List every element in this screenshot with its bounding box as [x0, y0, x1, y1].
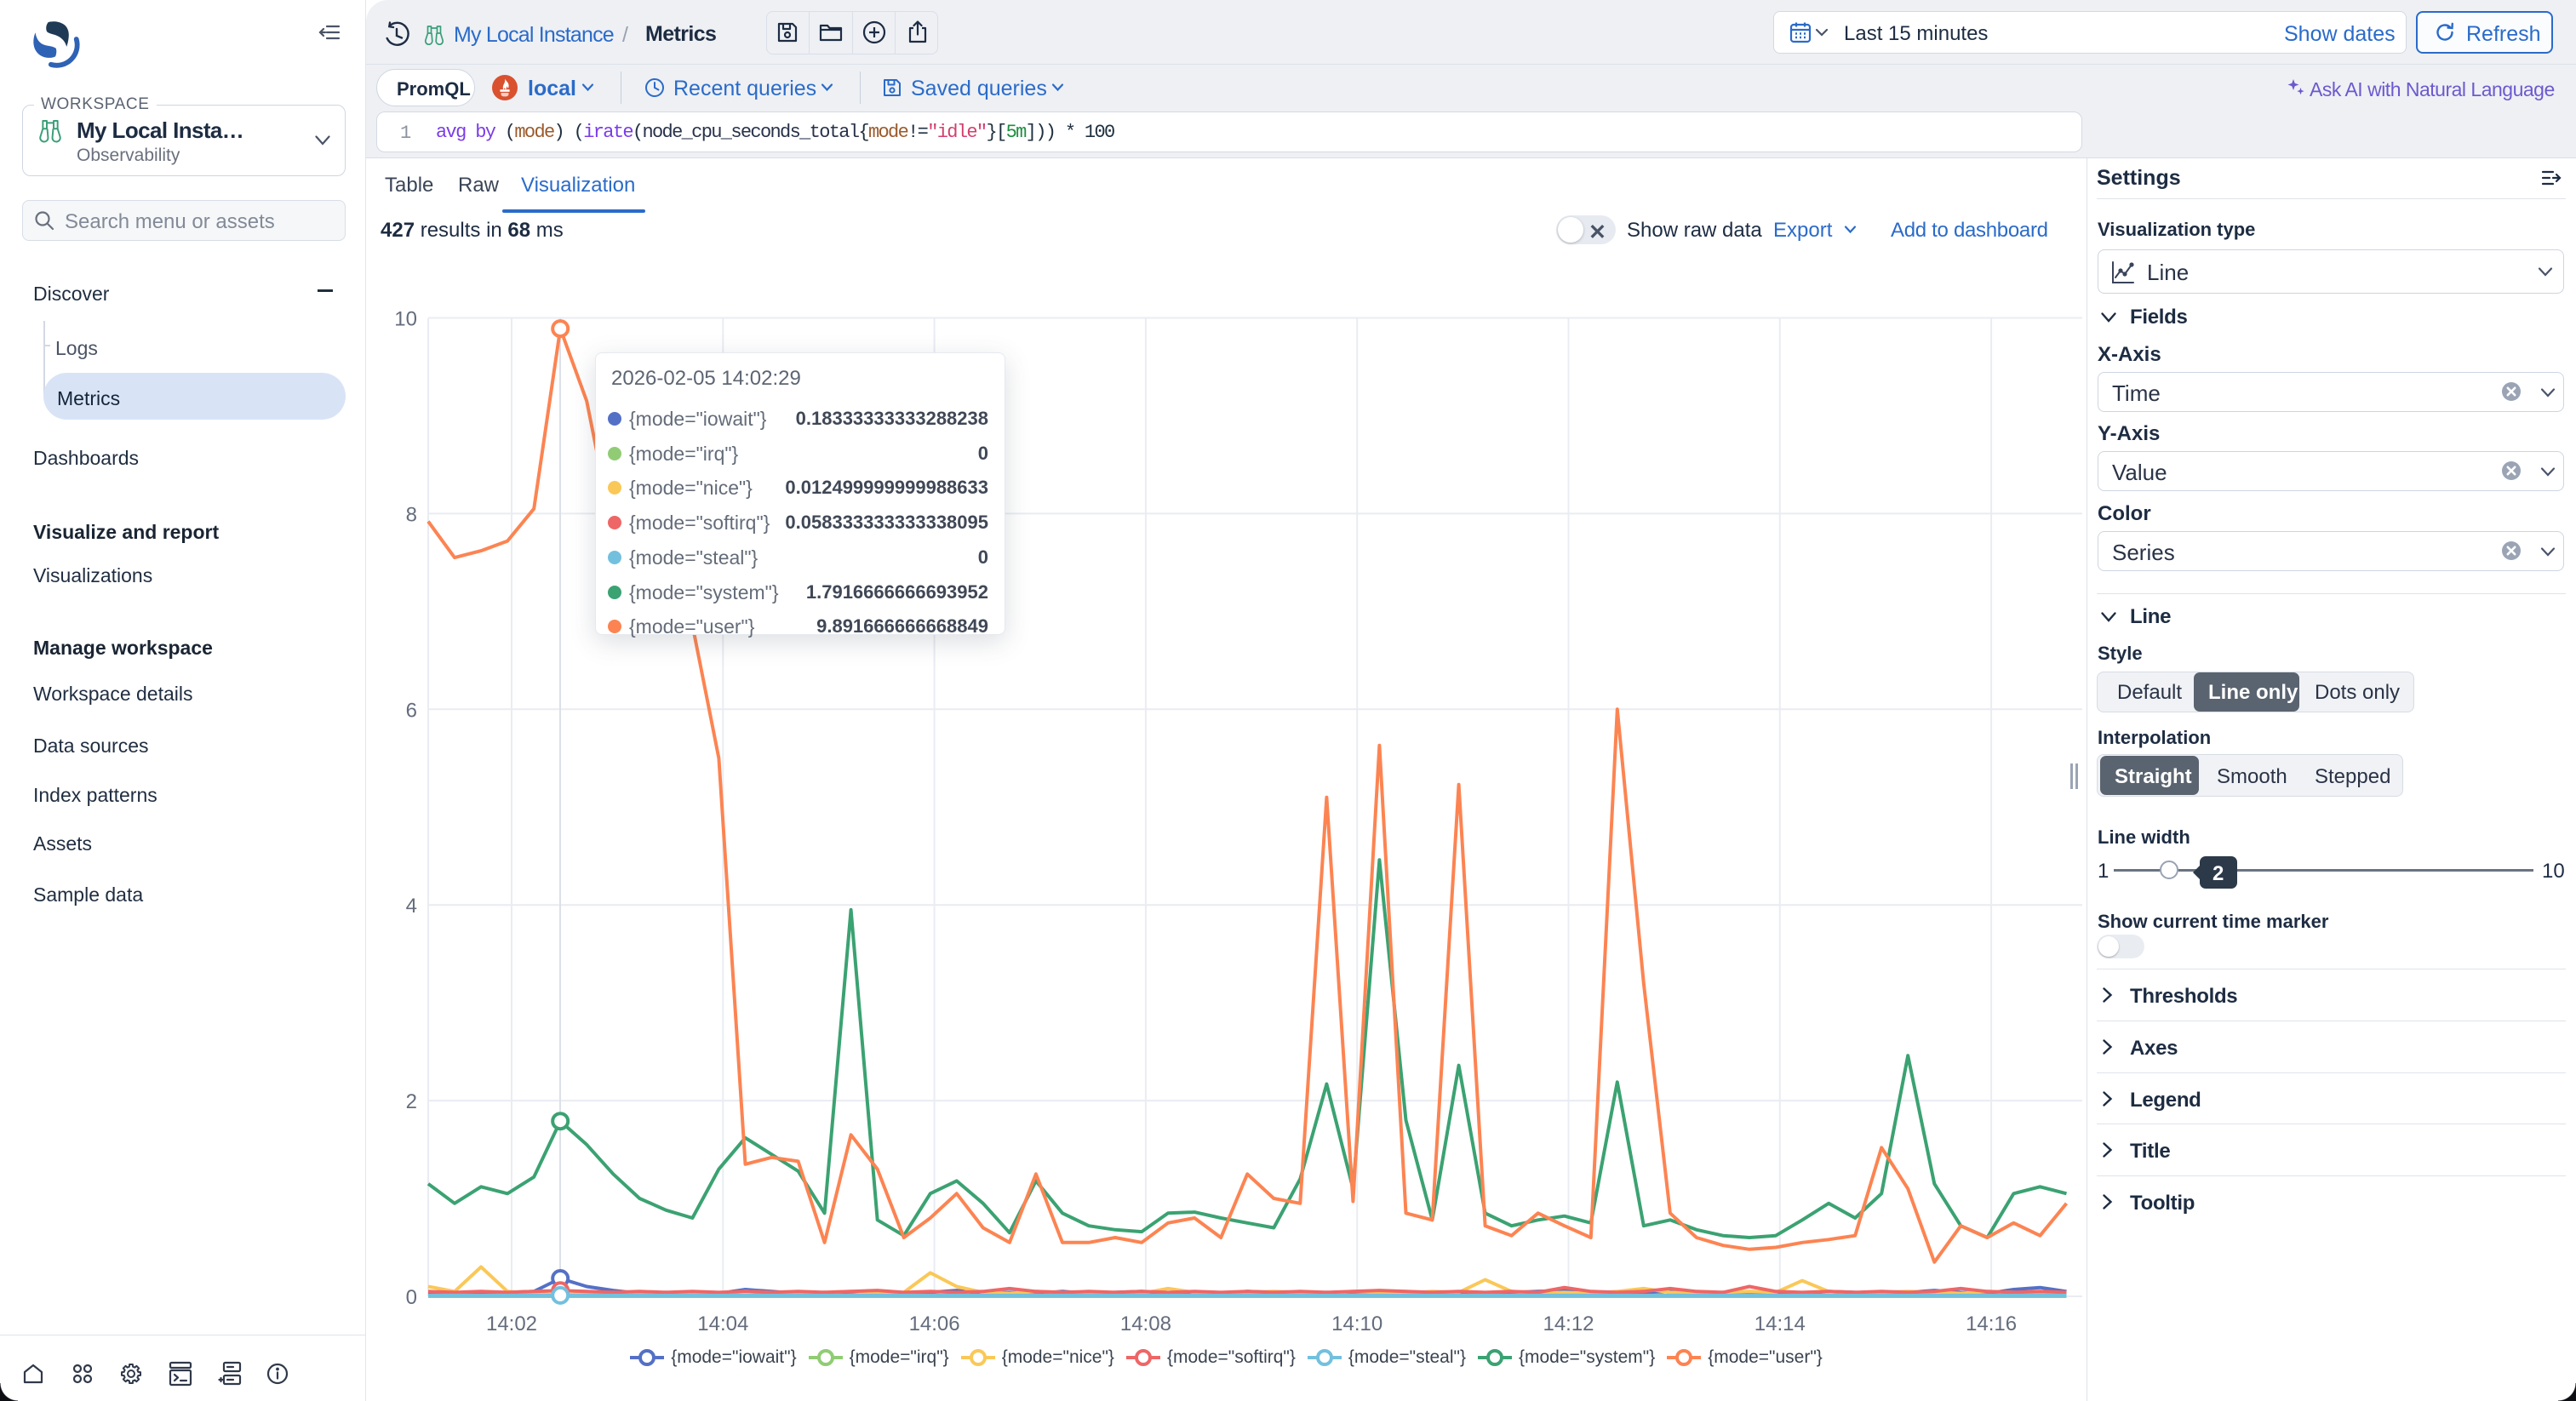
svg-text:10: 10	[394, 308, 417, 331]
svg-text:14:06: 14:06	[909, 1312, 960, 1335]
svg-text:4: 4	[406, 895, 417, 918]
svg-text:6: 6	[406, 699, 417, 722]
svg-text:2: 2	[406, 1090, 417, 1113]
svg-text:14:02: 14:02	[486, 1312, 537, 1335]
svg-text:14:12: 14:12	[1543, 1312, 1594, 1335]
svg-text:14:08: 14:08	[1120, 1312, 1171, 1335]
svg-text:14:16: 14:16	[1966, 1312, 2017, 1335]
svg-text:14:14: 14:14	[1755, 1312, 1806, 1335]
svg-text:8: 8	[406, 503, 417, 526]
svg-text:14:04: 14:04	[697, 1312, 748, 1335]
svg-text:0: 0	[406, 1286, 417, 1309]
svg-text:14:10: 14:10	[1331, 1312, 1382, 1335]
